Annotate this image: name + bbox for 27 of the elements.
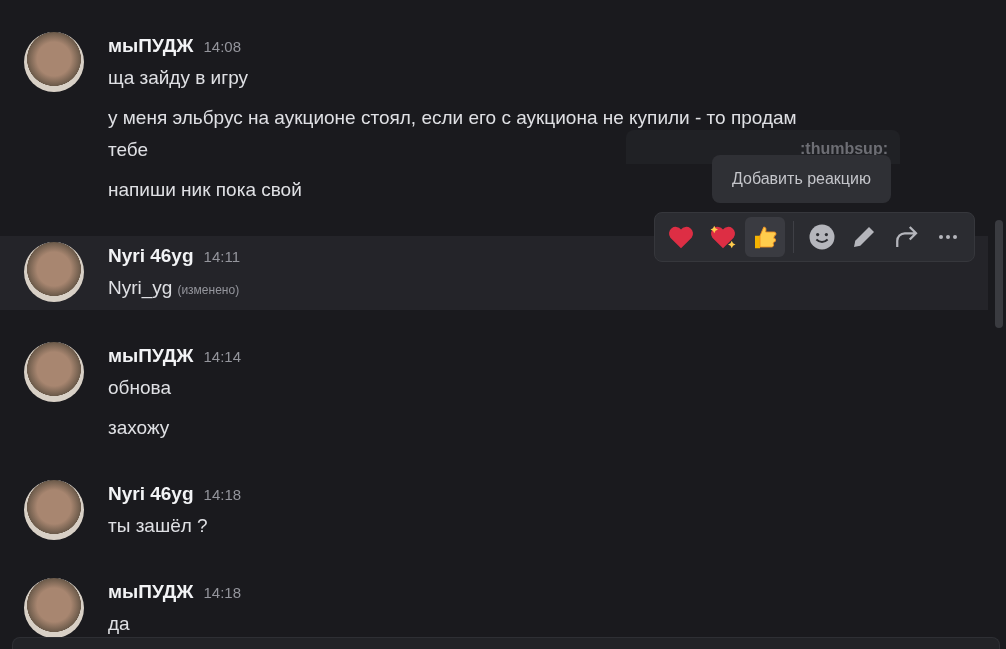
message-time: 14:14: [203, 347, 242, 367]
author-name[interactable]: Nyri 46yg: [108, 240, 194, 272]
message-text: Nyri_yg: [108, 277, 173, 298]
smiley-icon: [807, 222, 837, 252]
author-name[interactable]: мыПУДЖ: [108, 30, 194, 62]
message-text: ты зашёл ?: [108, 515, 208, 536]
edited-label: (изменено): [177, 283, 240, 297]
message-time: 14:11: [203, 247, 240, 267]
message-time: 14:18: [203, 583, 242, 603]
author-name[interactable]: мыПУДЖ: [108, 340, 194, 372]
tooltip: Добавить реакцию: [712, 155, 891, 203]
avatar[interactable]: [24, 32, 84, 92]
message-text: захожу: [108, 417, 170, 438]
message-time: 14:18: [203, 485, 242, 505]
avatar[interactable]: [24, 480, 84, 540]
author-name[interactable]: Nyri 46yg: [108, 478, 194, 510]
reaction-button[interactable]: [745, 217, 785, 257]
message-text: обнова: [108, 377, 171, 398]
message-text: напиши ник пока свой: [108, 179, 302, 200]
message-text: да: [108, 613, 130, 634]
avatar[interactable]: [24, 578, 84, 637]
message-time: 14:08: [203, 37, 242, 57]
avatar[interactable]: [24, 242, 84, 302]
scrollbar-thumb[interactable]: [995, 220, 1003, 328]
avatar[interactable]: [24, 342, 84, 402]
message-text: ща зайду в игру: [108, 67, 248, 88]
author-name[interactable]: мыПУДЖ: [108, 576, 194, 608]
